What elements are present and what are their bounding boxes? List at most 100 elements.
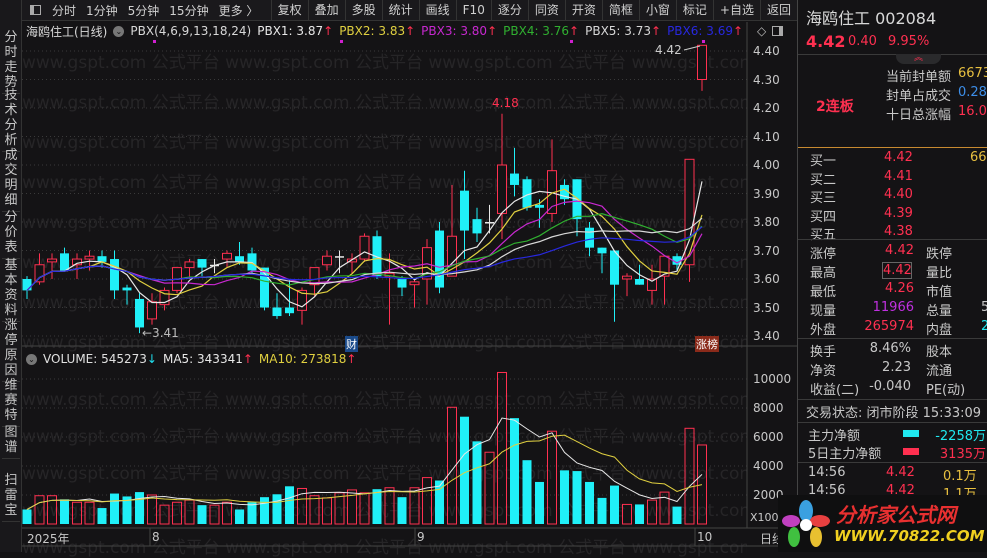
candle-body: [272, 307, 282, 317]
stat-value: 2: [981, 319, 987, 334]
stat-value: 4.26: [885, 281, 914, 296]
bid-label: 买五: [810, 228, 837, 243]
candle-body: [435, 230, 444, 288]
volume-bar: [72, 501, 82, 525]
limit-up-streak: 2连板: [816, 99, 854, 115]
volume-bar: [372, 489, 382, 524]
collapse-chevron-icon[interactable]: ︽: [896, 54, 941, 64]
volume-bar: [60, 499, 69, 524]
volume-bar: [384, 487, 395, 525]
volume-bar: [309, 495, 320, 525]
bid-label: 买二: [810, 172, 837, 188]
candle-body: [510, 173, 519, 185]
candle-body: [335, 256, 344, 258]
arrow-down-icon: ↓: [146, 352, 157, 366]
last-price: 4.42: [806, 32, 846, 51]
flow-value: -2258万: [935, 429, 986, 444]
candle-body: [535, 204, 544, 208]
candle-body: [235, 256, 244, 262]
volume-bar: [172, 501, 182, 525]
candle-body: [485, 222, 494, 224]
volume-bar: [159, 504, 170, 525]
arrow-up-icon: ↑: [346, 352, 357, 366]
signal-marker: [340, 40, 343, 43]
stat-label: 内盘: [926, 323, 953, 338]
volume-bar: [97, 508, 107, 524]
volume-bar: [322, 497, 332, 525]
volume-bar: [585, 481, 594, 524]
volume-bar: [522, 460, 532, 524]
volume-bar: [397, 497, 407, 524]
volume-ma10: MA10: 273818: [258, 352, 347, 366]
candle-body: [34, 264, 45, 283]
candle-body: [84, 255, 95, 260]
high-annotation: 4.18: [492, 96, 519, 110]
stat-label: 最高: [810, 266, 837, 281]
limit-up-list-badge[interactable]: 涨榜: [695, 336, 719, 352]
volume-bar: [472, 441, 482, 524]
volume-tick: 4000: [753, 459, 784, 473]
price-tick: 4.00: [753, 158, 780, 172]
volume-bar: [484, 451, 495, 525]
volume-bar: [560, 470, 569, 524]
volume-tick: 10000: [753, 372, 792, 386]
candle-body: [460, 190, 469, 231]
seal-value: 6673: [958, 66, 987, 81]
stat-value: 11966: [872, 300, 914, 315]
stat-value: 5: [981, 300, 987, 315]
volume-ma-line: [26, 417, 703, 510]
fund-value: 8.46%: [869, 341, 911, 356]
stat-value: 4.42: [885, 243, 914, 258]
volume-bar: [272, 494, 282, 524]
stat-label: 市值: [926, 285, 953, 300]
bid-price: 4.42: [884, 150, 913, 165]
candle-body: [47, 258, 57, 263]
volume-indicator-dropdown-icon[interactable]: ⌄: [26, 353, 37, 365]
price-tick: 3.70: [753, 243, 780, 258]
volume-bar: [184, 499, 195, 525]
candle-body: [322, 255, 332, 266]
low-annotation: ←3.41: [142, 326, 179, 340]
volume-bar: [84, 501, 95, 525]
volume-bar: [359, 492, 370, 525]
price-change: 0.40: [848, 34, 877, 49]
volume-bar: [235, 509, 244, 524]
seal-label: 十日总涨幅: [886, 108, 952, 123]
price-tick: 3.40: [753, 329, 780, 343]
x-label-year: 2025年: [27, 532, 70, 546]
bid-label: 买三: [810, 191, 837, 206]
price-tick: 4.40: [753, 44, 780, 58]
bid-price: 4.41: [884, 168, 913, 184]
fund-label: 股本: [926, 345, 953, 360]
candle-body: [409, 281, 420, 286]
site-logo: 分析家公式网 WWW.70822.COM: [778, 495, 987, 552]
volume-bar: [460, 416, 469, 524]
volume-bar: [285, 486, 294, 524]
candle-body: [97, 256, 107, 262]
volume-bar: [622, 503, 632, 525]
flower-logo-icon: [782, 500, 830, 547]
volume-bar: [260, 497, 269, 524]
bid-volume: 66: [970, 150, 987, 165]
price-tick: 3.60: [753, 272, 780, 286]
volume-bar: [197, 505, 207, 524]
candle-body: [359, 235, 370, 260]
candle-body: [635, 279, 644, 285]
price-tick: 4.30: [753, 72, 780, 87]
seal-value: 0.28: [958, 85, 987, 100]
signal-marker: [702, 40, 705, 43]
signal-marker: [570, 40, 573, 43]
logo-url: WWW.70822.COM: [834, 527, 985, 545]
seal-label: 封单占成交: [886, 89, 952, 104]
volume-bar: [222, 501, 232, 525]
arrow-up-icon: ↑: [242, 352, 253, 366]
candle-body: [697, 44, 707, 80]
volume-bar: [647, 499, 657, 525]
stock-name-code: 海鸥住工 002084: [806, 9, 937, 28]
candle-body: [597, 247, 607, 254]
trading-status: 交易状态: 闭市阶段 15:33:09: [806, 406, 982, 421]
price-tick: 4.20: [753, 101, 780, 115]
volume-bar: [635, 504, 644, 524]
volume-bar: [135, 492, 144, 524]
x-label-sep: 9: [417, 530, 425, 544]
